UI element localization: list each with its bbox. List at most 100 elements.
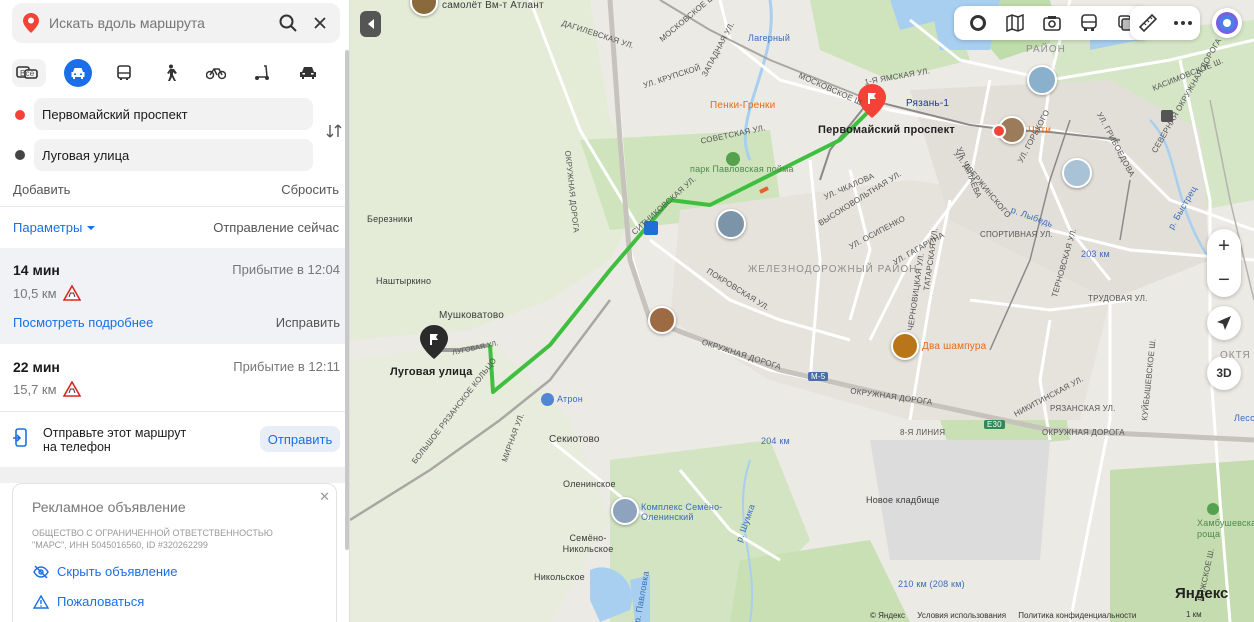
mode-walk-button[interactable] (156, 59, 184, 87)
eye-off-icon (33, 565, 49, 578)
map-view[interactable]: + − 3D самолёт Вм-т Атлант Лагерный Ряза… (350, 0, 1254, 622)
ad-block: Рекламное объявление ✕ ОБЩЕСТВО С ОГРАНИ… (12, 483, 337, 622)
label-trudovaya: ТРУДОВАЯ УЛ. (1088, 294, 1148, 303)
poi-church-photo[interactable] (648, 306, 676, 334)
reset-link[interactable]: Сбросить (281, 182, 339, 197)
panorama-icon[interactable] (967, 12, 989, 34)
route-2-arrival: Прибытие в 12:11 (233, 359, 340, 374)
mode-taxi-button[interactable] (294, 59, 322, 87)
zoom-out-button[interactable]: − (1207, 263, 1241, 297)
copyright[interactable]: © Яндекс (870, 611, 905, 620)
start-dot-icon (15, 110, 25, 120)
panel-scrollbar[interactable] (345, 50, 349, 550)
route-edit-link[interactable]: Исправить (276, 315, 340, 330)
send-button[interactable]: Отправить (260, 426, 340, 452)
close-icon[interactable] (304, 7, 336, 39)
search-input[interactable] (39, 15, 272, 31)
chevron-left-icon (367, 19, 374, 29)
map-layer-icon[interactable] (1004, 12, 1026, 34)
label-end-title: Луговая улица (390, 366, 473, 378)
route-details-link[interactable]: Посмотреть подробнее (13, 315, 153, 330)
report-ad-link[interactable]: Пожаловаться (33, 594, 144, 609)
label-park: парк Павловская пойма (690, 164, 794, 174)
route-2-distance: 15,7 км (13, 381, 57, 397)
navigation-arrow-icon (1217, 316, 1231, 330)
mode-bus-button[interactable] (110, 59, 138, 87)
poi-complex-photo[interactable] (611, 497, 639, 525)
divider (0, 206, 349, 207)
mode-car-button[interactable] (64, 59, 92, 87)
mode-all-label: Все (20, 68, 35, 78)
camera-icon[interactable] (1041, 12, 1063, 34)
atron-icon (541, 393, 554, 406)
collapse-panel-button[interactable] (360, 11, 381, 37)
report-ad-label: Пожаловаться (57, 594, 145, 609)
mode-bike-button[interactable] (202, 59, 230, 87)
send-text: Отправьте этот маршрут на телефон (43, 426, 187, 454)
route-2-distance-row: 15,7 км (13, 381, 81, 397)
label-hambush: Хамбушевская роща (1197, 518, 1254, 539)
label-km210: 210 км (208 км) (898, 579, 965, 589)
label-lagerny: Лагерный (748, 33, 791, 43)
label-ryazan1: Рязань-1 (906, 98, 950, 109)
taxi-icon (300, 67, 316, 79)
close-icon[interactable]: ✕ (319, 489, 330, 505)
route-option-2[interactable]: 22 мин Прибытие в 12:11 15,7 км (0, 344, 349, 410)
label-start-title: Первомайский проспект (818, 124, 955, 136)
route-from-field[interactable]: Первомайский проспект (34, 98, 313, 130)
bus-icon (117, 65, 131, 80)
label-sekiotovo: Секиотово (549, 434, 600, 445)
search-icon[interactable] (272, 7, 304, 39)
label-lesok: Лесок (1234, 413, 1254, 423)
poi-photo[interactable] (716, 209, 746, 239)
warning-road-icon (62, 285, 81, 301)
label-semeno: Семёно-Никольское (562, 533, 614, 554)
terms-link[interactable]: Условия использования (917, 611, 1006, 620)
label-complex: Комплекс Семёно-Оленинский (641, 502, 723, 522)
end-pin-icon[interactable] (420, 325, 448, 364)
bus-icon[interactable] (1078, 12, 1100, 34)
send-to-phone: Отправьте этот маршрут на телефон Отправ… (0, 412, 349, 467)
label-samolet: самолёт Вм-т Атлант (442, 0, 544, 11)
end-dot-icon (15, 150, 25, 160)
poi-building-photo-2[interactable] (1062, 158, 1092, 188)
label-km203: 203 км (1081, 249, 1110, 259)
poi-dva-shampura-photo[interactable] (891, 332, 919, 360)
privacy-link[interactable]: Политика конфиденциальности (1018, 611, 1136, 620)
ruler-icon[interactable] (1137, 12, 1159, 34)
my-location-button[interactable] (1207, 306, 1241, 340)
route-option-1[interactable]: 14 мин Прибытие в 12:04 10,5 км Посмотре… (0, 248, 349, 344)
departure-time[interactable]: Отправление сейчас (213, 220, 339, 235)
hide-ad-label: Скрыть объявление (57, 564, 178, 579)
hide-ad-link[interactable]: Скрыть объявление (33, 564, 178, 579)
route-panel: Все Первомайский проспект (0, 0, 350, 622)
zoom-in-button[interactable]: + (1207, 229, 1241, 263)
label-raion: РАЙОН (1026, 44, 1066, 55)
alice-icon (1216, 12, 1238, 34)
ad-title: Рекламное объявление (32, 499, 186, 515)
swap-icon[interactable] (324, 121, 344, 141)
params-dropdown[interactable]: Параметры (13, 220, 96, 235)
label-m5: М-5 (808, 372, 829, 381)
add-point-link[interactable]: Добавить (13, 182, 70, 197)
tree-icon (1207, 503, 1219, 515)
map-layers-toolbar (954, 6, 1150, 40)
route-to-value: Луговая улица (42, 147, 130, 163)
route-1-arrival: Прибытие в 12:04 (232, 262, 340, 277)
mode-all-button[interactable]: Все (12, 59, 46, 87)
yandex-logo[interactable]: Яндекс (1175, 585, 1228, 602)
search-box[interactable] (12, 3, 340, 43)
poi-building-photo[interactable] (1027, 65, 1057, 95)
params-label: Параметры (13, 220, 83, 235)
more-icon[interactable] (1172, 12, 1194, 34)
label-oktyabrsky: ОКТЯ (1220, 350, 1251, 361)
user-avatar[interactable] (1212, 8, 1242, 38)
start-marker[interactable] (992, 124, 1006, 138)
mode-scooter-button[interactable] (248, 59, 276, 87)
scooter-icon (255, 65, 269, 80)
route-to-field[interactable]: Луговая улица (34, 139, 313, 171)
label-atron: Атрон (557, 394, 583, 404)
transport-modes: Все (12, 58, 342, 88)
route-from-value: Первомайский проспект (42, 106, 188, 122)
label-okruzhnaya-3: ОКРУЖНАЯ ДОРОГА (1042, 428, 1125, 437)
